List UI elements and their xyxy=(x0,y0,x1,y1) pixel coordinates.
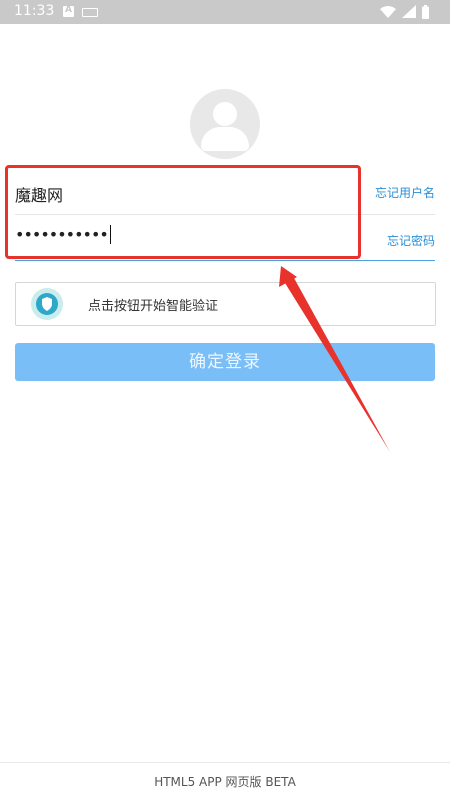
forgot-username-link[interactable]: 忘记用户名 xyxy=(375,184,435,201)
status-icons xyxy=(380,5,429,19)
forgot-password-link[interactable]: 忘记密码 xyxy=(387,232,435,249)
login-button[interactable]: 确定登录 xyxy=(15,343,435,381)
password-mask: ••••••••••• xyxy=(15,225,109,244)
footer-divider xyxy=(0,762,450,763)
shield-icon-inner xyxy=(36,293,58,315)
a-icon-letter: A xyxy=(65,5,72,15)
shield-icon xyxy=(31,288,63,320)
avatar xyxy=(190,89,260,159)
captcha-label: 点击按钮开始智能验证 xyxy=(88,299,219,314)
signal-icon xyxy=(402,5,416,18)
username-field[interactable]: 魔趣网 忘记用户名 xyxy=(15,170,435,215)
password-value[interactable]: ••••••••••• xyxy=(15,225,111,244)
text-caret xyxy=(109,225,111,244)
smart-captcha-button[interactable]: 点击按钮开始智能验证 xyxy=(15,282,436,326)
wifi-icon xyxy=(380,6,396,18)
username-value[interactable]: 魔趣网 xyxy=(15,182,63,206)
avatar-head xyxy=(213,102,237,126)
status-bar: 11:33 A xyxy=(0,0,450,24)
battery-icon xyxy=(422,5,429,19)
status-time: 11:33 xyxy=(14,3,55,19)
password-field[interactable]: ••••••••••• 忘记密码 xyxy=(15,216,435,261)
accessibility-icon: A xyxy=(63,5,74,17)
shield-glyph xyxy=(42,297,52,311)
footer-text: HTML5 APP 网页版 BETA xyxy=(154,775,296,789)
avatar-body xyxy=(201,127,249,151)
login-screen: 11:33 A 魔趣网 忘记用户名 ••••••••••• 忘记密码 点击按钮开… xyxy=(0,0,450,801)
keyboard-icon xyxy=(82,8,98,17)
